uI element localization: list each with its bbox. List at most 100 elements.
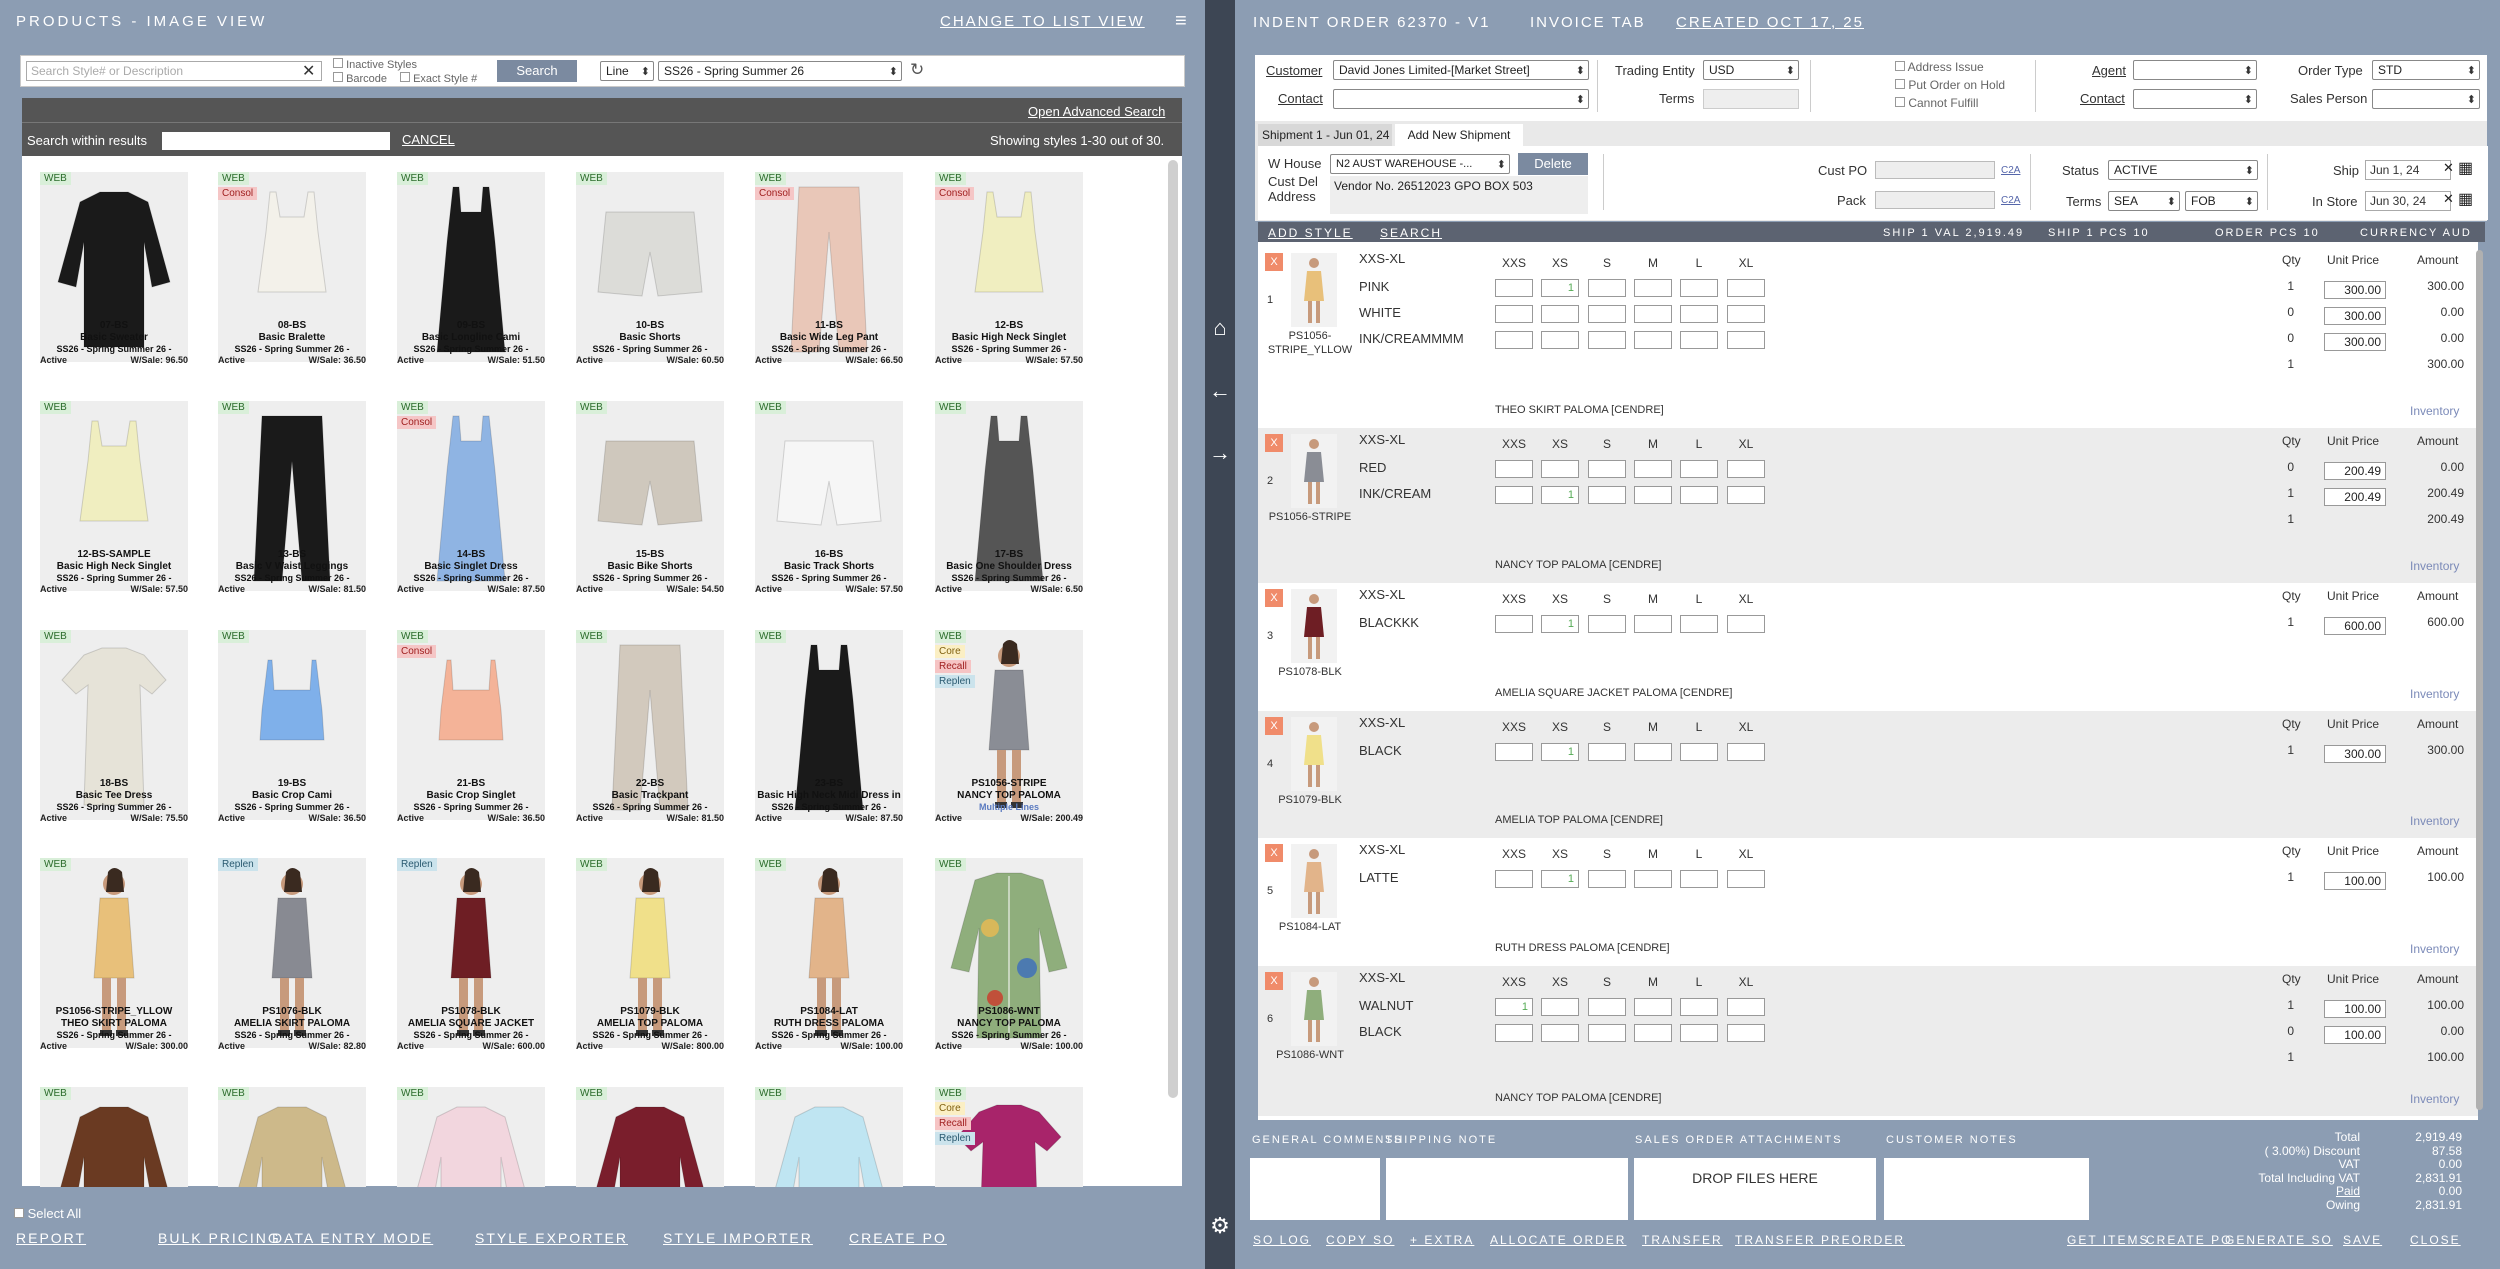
sales-person-select[interactable]	[2372, 89, 2480, 109]
product-tile[interactable]: WEB Consol 14-BS Basic Singlet Dress SS26 - …	[397, 401, 545, 601]
line-thumbnail[interactable]	[1291, 972, 1337, 1046]
cancel-search-link[interactable]: CANCEL	[402, 132, 455, 147]
product-tile[interactable]: WEB PS1084-LAT RUTH DRESS PALOMA SS26 - Spr…	[755, 858, 903, 1058]
menu-icon[interactable]: ≡	[1175, 10, 1187, 33]
delete-shipment-button[interactable]: Delete	[1518, 153, 1588, 175]
calendar-icon[interactable]: ▦	[2458, 158, 2473, 178]
agent-link[interactable]: Agent	[2092, 63, 2126, 78]
product-tile[interactable]: WEB 13-BS Basic V Waist Leggings SS26 - Spr…	[218, 401, 366, 601]
unit-price-input[interactable]: 100.00	[2324, 1000, 2386, 1018]
product-tile[interactable]: Replen PS1076-BLK AMELIA SKIRT PALOMA SS26 …	[218, 858, 366, 1058]
product-tile[interactable]: WEB 18-BS Basic Tee Dress SS26 - Spring Sum…	[40, 630, 188, 830]
shipment-tab[interactable]: Shipment 1 - Jun 01, 24	[1258, 124, 1392, 146]
unit-price-input[interactable]: 300.00	[2324, 333, 2386, 351]
size-qty-input[interactable]	[1634, 743, 1672, 761]
inactive-styles-checkbox[interactable]: Inactive Styles	[333, 58, 417, 71]
size-qty-input[interactable]	[1727, 1024, 1765, 1042]
footer-link-save[interactable]: SAVE	[2343, 1233, 2382, 1247]
product-tile[interactable]: WEB	[397, 1087, 545, 1187]
address-issue-checkbox[interactable]: Address Issue	[1895, 60, 1984, 74]
size-qty-input[interactable]	[1727, 615, 1765, 633]
cannot-fulfill-checkbox[interactable]: Cannot Fulfill	[1895, 96, 1978, 110]
size-qty-input[interactable]	[1495, 279, 1533, 297]
terms-sea-select[interactable]: SEA	[2108, 191, 2180, 211]
terms-fob-select[interactable]: FOB	[2185, 191, 2258, 211]
product-tile[interactable]: WEB	[755, 1087, 903, 1187]
footer-link-generate-so[interactable]: GENERATE SO	[2225, 1233, 2333, 1247]
product-tile[interactable]: Replen PS1078-BLK AMELIA SQUARE JACKET SS26…	[397, 858, 545, 1058]
size-qty-input[interactable]	[1680, 870, 1718, 888]
agent-select[interactable]	[2133, 60, 2257, 80]
size-qty-input[interactable]	[1680, 279, 1718, 297]
product-image[interactable]	[40, 1087, 188, 1187]
product-tile[interactable]: WEB Consol 11-BS Basic Wide Leg Pant SS26 - …	[755, 172, 903, 372]
size-qty-input[interactable]	[1588, 305, 1626, 323]
footer-link-allocate-order[interactable]: ALLOCATE ORDER	[1490, 1233, 1626, 1247]
size-qty-input[interactable]	[1727, 743, 1765, 761]
size-qty-input[interactable]	[1588, 998, 1626, 1016]
unit-price-input[interactable]: 300.00	[2324, 745, 2386, 763]
size-qty-input[interactable]	[1541, 460, 1579, 478]
inventory-link[interactable]: Inventory	[2410, 814, 2459, 828]
size-qty-input[interactable]	[1680, 1024, 1718, 1042]
footer-link-close[interactable]: CLOSE	[2410, 1233, 2461, 1247]
size-qty-input[interactable]: 1	[1541, 615, 1579, 633]
arrow-right-icon[interactable]: →	[1205, 440, 1235, 466]
product-tile[interactable]: WEB Consol 08-BS Basic Bralette SS26 - Sprin…	[218, 172, 366, 372]
product-tile[interactable]: WEB Consol 12-BS Basic High Neck Singlet SS2…	[935, 172, 1083, 372]
size-qty-input[interactable]	[1634, 998, 1672, 1016]
size-qty-input[interactable]	[1727, 460, 1765, 478]
clear-instore-date-icon[interactable]: ✕	[2443, 191, 2454, 207]
product-tile[interactable]: WEB Consol 21-BS Basic Crop Singlet SS26 - S…	[397, 630, 545, 830]
contact-select[interactable]	[1333, 89, 1589, 109]
add-shipment-tab[interactable]: Add New Shipment	[1395, 124, 1523, 146]
product-image[interactable]	[755, 1087, 903, 1187]
barcode-checkbox[interactable]: Barcode	[333, 72, 387, 85]
product-tile[interactable]: WEB 09-BS Basic Longline Cami SS26 - Spring…	[397, 172, 545, 372]
general-comments-input[interactable]	[1250, 1158, 1380, 1220]
line-select[interactable]: Line	[600, 61, 654, 81]
size-qty-input[interactable]	[1495, 1024, 1533, 1042]
footer-link-transfer[interactable]: TRANSFER	[1642, 1233, 1723, 1247]
size-qty-input[interactable]: 1	[1541, 279, 1579, 297]
bottom-link-style-importer[interactable]: STYLE IMPORTER	[663, 1230, 813, 1246]
product-tile[interactable]: WEB 17-BS Basic One Shoulder Dress SS26 - S…	[935, 401, 1083, 601]
size-qty-input[interactable]	[1541, 998, 1579, 1016]
size-qty-input[interactable]	[1495, 305, 1533, 323]
product-image[interactable]	[218, 1087, 366, 1187]
size-qty-input[interactable]	[1634, 279, 1672, 297]
footer-link--extra[interactable]: + EXTRA	[1410, 1233, 1474, 1247]
size-qty-input[interactable]	[1588, 331, 1626, 349]
footer-link-transfer-preorder[interactable]: TRANSFER PREORDER	[1735, 1233, 1905, 1247]
size-qty-input[interactable]	[1588, 460, 1626, 478]
line-thumbnail[interactable]	[1291, 434, 1337, 508]
size-qty-input[interactable]	[1680, 486, 1718, 504]
warehouse-select[interactable]: N2 AUST WAREHOUSE -...	[1330, 154, 1510, 174]
product-tile[interactable]: WEB 15-BS Basic Bike Shorts SS26 - Spring S…	[576, 401, 724, 601]
size-qty-input[interactable]: 1	[1495, 998, 1533, 1016]
size-qty-input[interactable]	[1634, 1024, 1672, 1042]
product-tile[interactable]: WEB PS1086-WNT NANCY TOP PALOMA SS26 - Spri…	[935, 858, 1083, 1058]
size-qty-input[interactable]	[1541, 331, 1579, 349]
product-tile[interactable]: WEB Core Recall Replen	[935, 1087, 1083, 1187]
search-style-link[interactable]: SEARCH	[1380, 226, 1442, 240]
bottom-link-style-exporter[interactable]: STYLE EXPORTER	[475, 1230, 628, 1246]
unit-price-input[interactable]: 300.00	[2324, 281, 2386, 299]
exact-style-checkbox[interactable]: Exact Style #	[400, 72, 477, 85]
size-qty-input[interactable]	[1634, 331, 1672, 349]
size-qty-input[interactable]	[1495, 486, 1533, 504]
bottom-link-data-entry-mode[interactable]: DATA ENTRY MODE	[272, 1230, 433, 1246]
size-qty-input[interactable]	[1727, 331, 1765, 349]
product-tile[interactable]: WEB	[218, 1087, 366, 1187]
line-thumbnail[interactable]	[1291, 253, 1337, 327]
product-tile[interactable]: WEB 10-BS Basic Shorts SS26 - Spring Summer…	[576, 172, 724, 372]
footer-link-get-items[interactable]: GET ITEMS	[2067, 1233, 2149, 1247]
customer-notes-input[interactable]	[1884, 1158, 2089, 1220]
size-qty-input[interactable]	[1588, 1024, 1626, 1042]
remove-line-button[interactable]: X	[1265, 717, 1283, 735]
terms-input[interactable]	[1703, 89, 1799, 109]
size-qty-input[interactable]	[1727, 279, 1765, 297]
size-qty-input[interactable]	[1588, 743, 1626, 761]
order-type-select[interactable]: STD	[2372, 60, 2480, 80]
product-image[interactable]	[576, 1087, 724, 1187]
